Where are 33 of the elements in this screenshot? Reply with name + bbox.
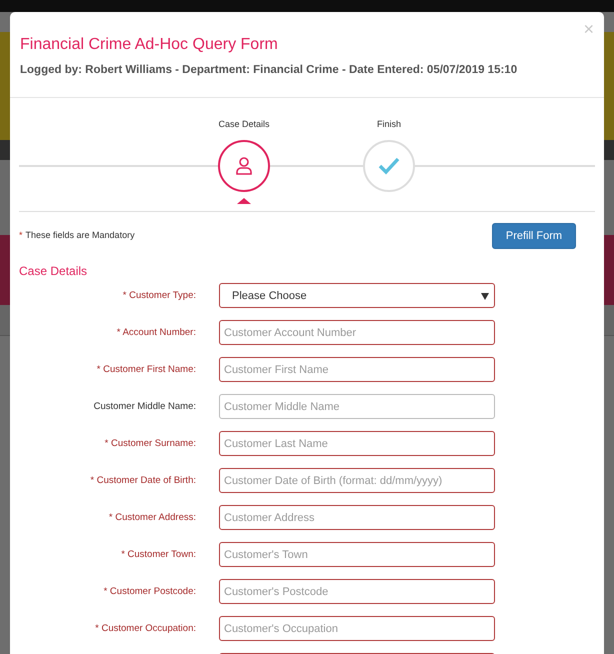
step-label: Case Details xyxy=(218,119,270,131)
field-label: * Customer Date of Birth: xyxy=(89,475,196,486)
required-marker: * xyxy=(19,230,23,240)
field-label: * Customer Town: xyxy=(120,549,196,560)
modal-subtitle: Logged by: Robert Williams - Department: Financial Crime - Date Entered: 05/07/2019 15:10 xyxy=(20,64,518,76)
input-field[interactable]: Customer Address xyxy=(219,505,495,530)
prefill-button[interactable]: Prefill Form xyxy=(492,223,576,249)
step-label: Finish xyxy=(376,119,401,131)
field-label: * Account Number: xyxy=(116,327,196,338)
input-field[interactable]: Customer Last Name xyxy=(219,431,495,456)
input-field[interactable]: Customer Date of Birth (format: dd/mm/yyyy) xyxy=(219,468,495,493)
field-label: * Customer Occupation: xyxy=(94,623,196,634)
dropdown[interactable]: Please Choose xyxy=(219,283,495,308)
section-heading: Case Details xyxy=(19,264,88,278)
input-field[interactable]: Customer's Town xyxy=(219,542,495,567)
field-label: Customer Middle Name: xyxy=(92,401,196,412)
field-label: * Customer First Name: xyxy=(96,364,196,375)
mandatory-note: These fields are Mandatory xyxy=(26,230,135,240)
field-label: * Customer Postcode: xyxy=(102,586,196,597)
input-field[interactable]: Customer's Occupation xyxy=(219,616,495,641)
caret-icon xyxy=(481,292,489,300)
input-field[interactable]: Customer Middle Name xyxy=(219,394,495,419)
step-button[interactable] xyxy=(218,140,270,192)
input-field[interactable]: Customer's Postcode xyxy=(219,579,495,604)
person-icon xyxy=(234,156,254,176)
input-field[interactable]: Customer Account Number xyxy=(219,320,495,345)
field-label: * Customer Surname: xyxy=(104,438,196,449)
field-label: * Customer Address: xyxy=(108,512,196,523)
modal-title: Financial Crime Ad-Hoc Query Form xyxy=(20,35,279,55)
field-label: * Customer Type: xyxy=(122,290,196,301)
check-icon xyxy=(378,157,400,175)
active-step-pointer xyxy=(237,198,251,204)
input-field[interactable]: Customer First Name xyxy=(219,357,495,382)
